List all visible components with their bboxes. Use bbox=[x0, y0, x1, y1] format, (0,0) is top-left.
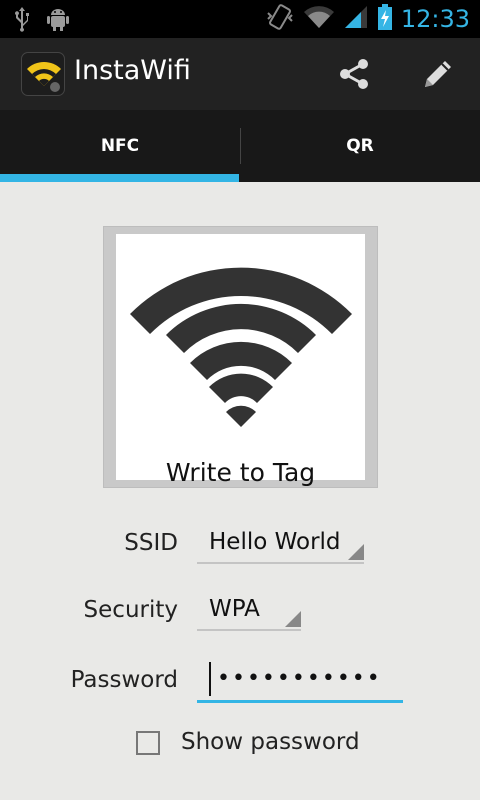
text-cursor bbox=[209, 662, 211, 696]
security-label: Security bbox=[83, 597, 178, 623]
tab-qr-label: QR bbox=[346, 136, 374, 156]
app-icon[interactable] bbox=[21, 52, 65, 96]
ssid-label: SSID bbox=[124, 530, 178, 556]
write-to-tag-face: Write to Tag bbox=[116, 234, 365, 487]
usb-icon bbox=[14, 6, 30, 36]
edit-button[interactable] bbox=[416, 52, 460, 96]
tab-qr[interactable]: QR bbox=[240, 110, 480, 182]
clock: 12:33 bbox=[400, 5, 470, 33]
status-bar: 12:33 bbox=[0, 0, 480, 38]
show-password-label[interactable]: Show password bbox=[181, 729, 360, 755]
security-value: WPA bbox=[209, 596, 260, 622]
app-title: InstaWifi bbox=[74, 55, 191, 86]
write-to-tag-button[interactable]: Write to Tag bbox=[103, 226, 378, 488]
vibrate-icon bbox=[265, 4, 295, 34]
tab-bar: NFC QR bbox=[0, 110, 480, 182]
battery-charging-icon bbox=[377, 3, 393, 35]
tab-nfc[interactable]: NFC bbox=[0, 110, 240, 182]
show-password-checkbox[interactable] bbox=[136, 731, 160, 755]
share-icon bbox=[340, 59, 368, 89]
wifi-icon bbox=[130, 267, 352, 427]
share-button[interactable] bbox=[332, 52, 376, 96]
write-to-tag-label: Write to Tag bbox=[165, 458, 316, 487]
dropdown-corner-icon bbox=[348, 544, 364, 560]
android-debug-icon bbox=[46, 6, 70, 36]
ssid-value: Hello World bbox=[209, 529, 341, 555]
password-label: Password bbox=[70, 667, 178, 693]
action-bar: InstaWifi bbox=[0, 38, 480, 110]
password-value: ••••••••••• bbox=[217, 666, 382, 691]
tab-selected-indicator bbox=[0, 174, 239, 182]
tab-nfc-label: NFC bbox=[100, 136, 140, 156]
ssid-spinner[interactable]: Hello World bbox=[197, 524, 364, 564]
security-spinner[interactable]: WPA bbox=[197, 591, 301, 631]
dropdown-corner-icon bbox=[285, 611, 301, 627]
cell-signal-icon bbox=[343, 4, 369, 34]
password-field[interactable]: ••••••••••• bbox=[197, 660, 403, 703]
edit-icon bbox=[425, 61, 451, 87]
wifi-signal-icon bbox=[303, 4, 335, 34]
